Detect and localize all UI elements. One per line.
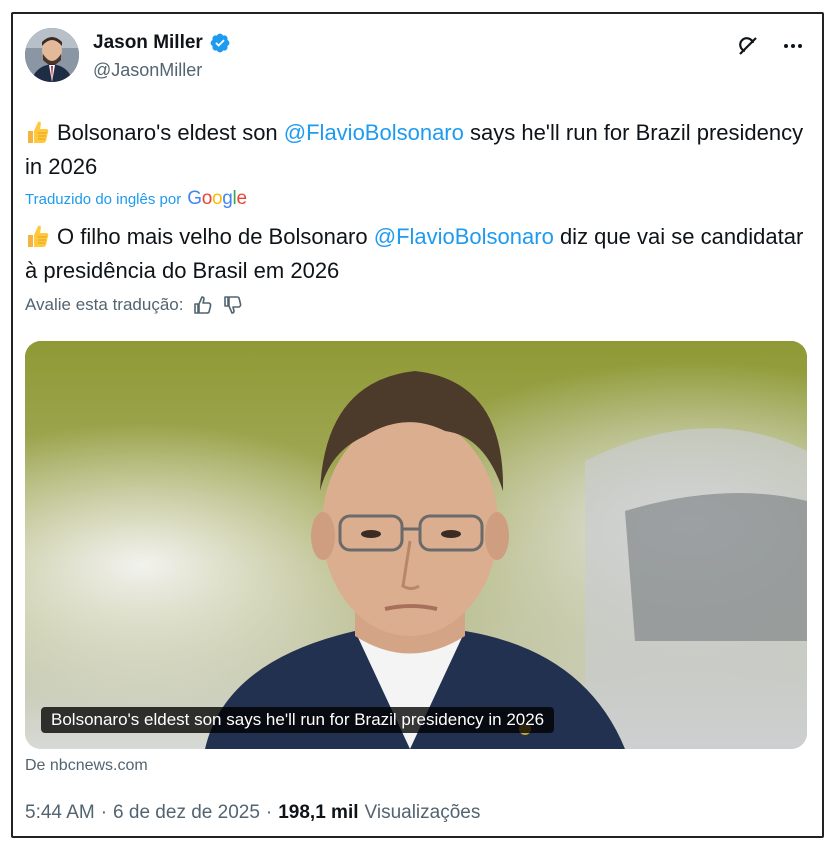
thumbs-up-emoji	[25, 119, 51, 145]
rate-translation: Avalie esta tradução:	[25, 295, 243, 315]
tweet-card: Jason Miller @JasonMiller Bolsonaro's el…	[11, 12, 824, 838]
tweet-text-part: O filho mais velho de Bolsonaro	[57, 224, 374, 249]
author-display-name[interactable]: Jason Miller	[93, 32, 203, 54]
tweet-translated-text: O filho mais velho de Bolsonaro @FlavioB…	[25, 220, 805, 288]
author-name-row: Jason Miller	[93, 32, 231, 54]
tweet-meta: 5:44 AM · 6 de dez de 2025 · 198,1 mil V…	[25, 802, 480, 824]
thumbs-up-icon[interactable]	[193, 295, 213, 315]
thumbs-up-emoji	[25, 223, 51, 249]
separator: ·	[100, 802, 108, 823]
tweet-date[interactable]: 6 de dez de 2025	[113, 802, 260, 824]
google-logo: Google	[187, 188, 247, 209]
avatar[interactable]	[25, 28, 79, 82]
grok-icon[interactable]	[736, 34, 760, 58]
tweet-time[interactable]: 5:44 AM	[25, 802, 95, 824]
rate-translation-label: Avalie esta tradução:	[25, 295, 184, 314]
tweet-actions-top	[736, 34, 804, 58]
translated-by-label[interactable]: Traduzido do inglês por Google	[25, 188, 247, 210]
verified-badge-icon	[209, 32, 231, 54]
mention-link[interactable]: @FlavioBolsonaro	[284, 120, 464, 145]
link-source[interactable]: De nbcnews.com	[25, 757, 148, 775]
separator: ·	[265, 802, 273, 823]
author-handle[interactable]: @JasonMiller	[93, 60, 202, 81]
translated-by-text: Traduzido do inglês por	[25, 191, 182, 208]
link-card-title[interactable]: Bolsonaro's eldest son says he'll run fo…	[41, 707, 555, 733]
views-label: Visualizações	[364, 802, 481, 823]
mention-link[interactable]: @FlavioBolsonaro	[374, 224, 554, 249]
views-count[interactable]: 198,1 mil	[278, 802, 358, 824]
thumbs-down-icon[interactable]	[223, 295, 243, 315]
tweet-text-part: Bolsonaro's eldest son	[57, 120, 284, 145]
more-options-icon[interactable]	[782, 35, 804, 57]
link-card-image[interactable]: Bolsonaro's eldest son says he'll run fo…	[25, 341, 807, 749]
tweet-original-text: Bolsonaro's eldest son @FlavioBolsonaro …	[25, 116, 805, 184]
